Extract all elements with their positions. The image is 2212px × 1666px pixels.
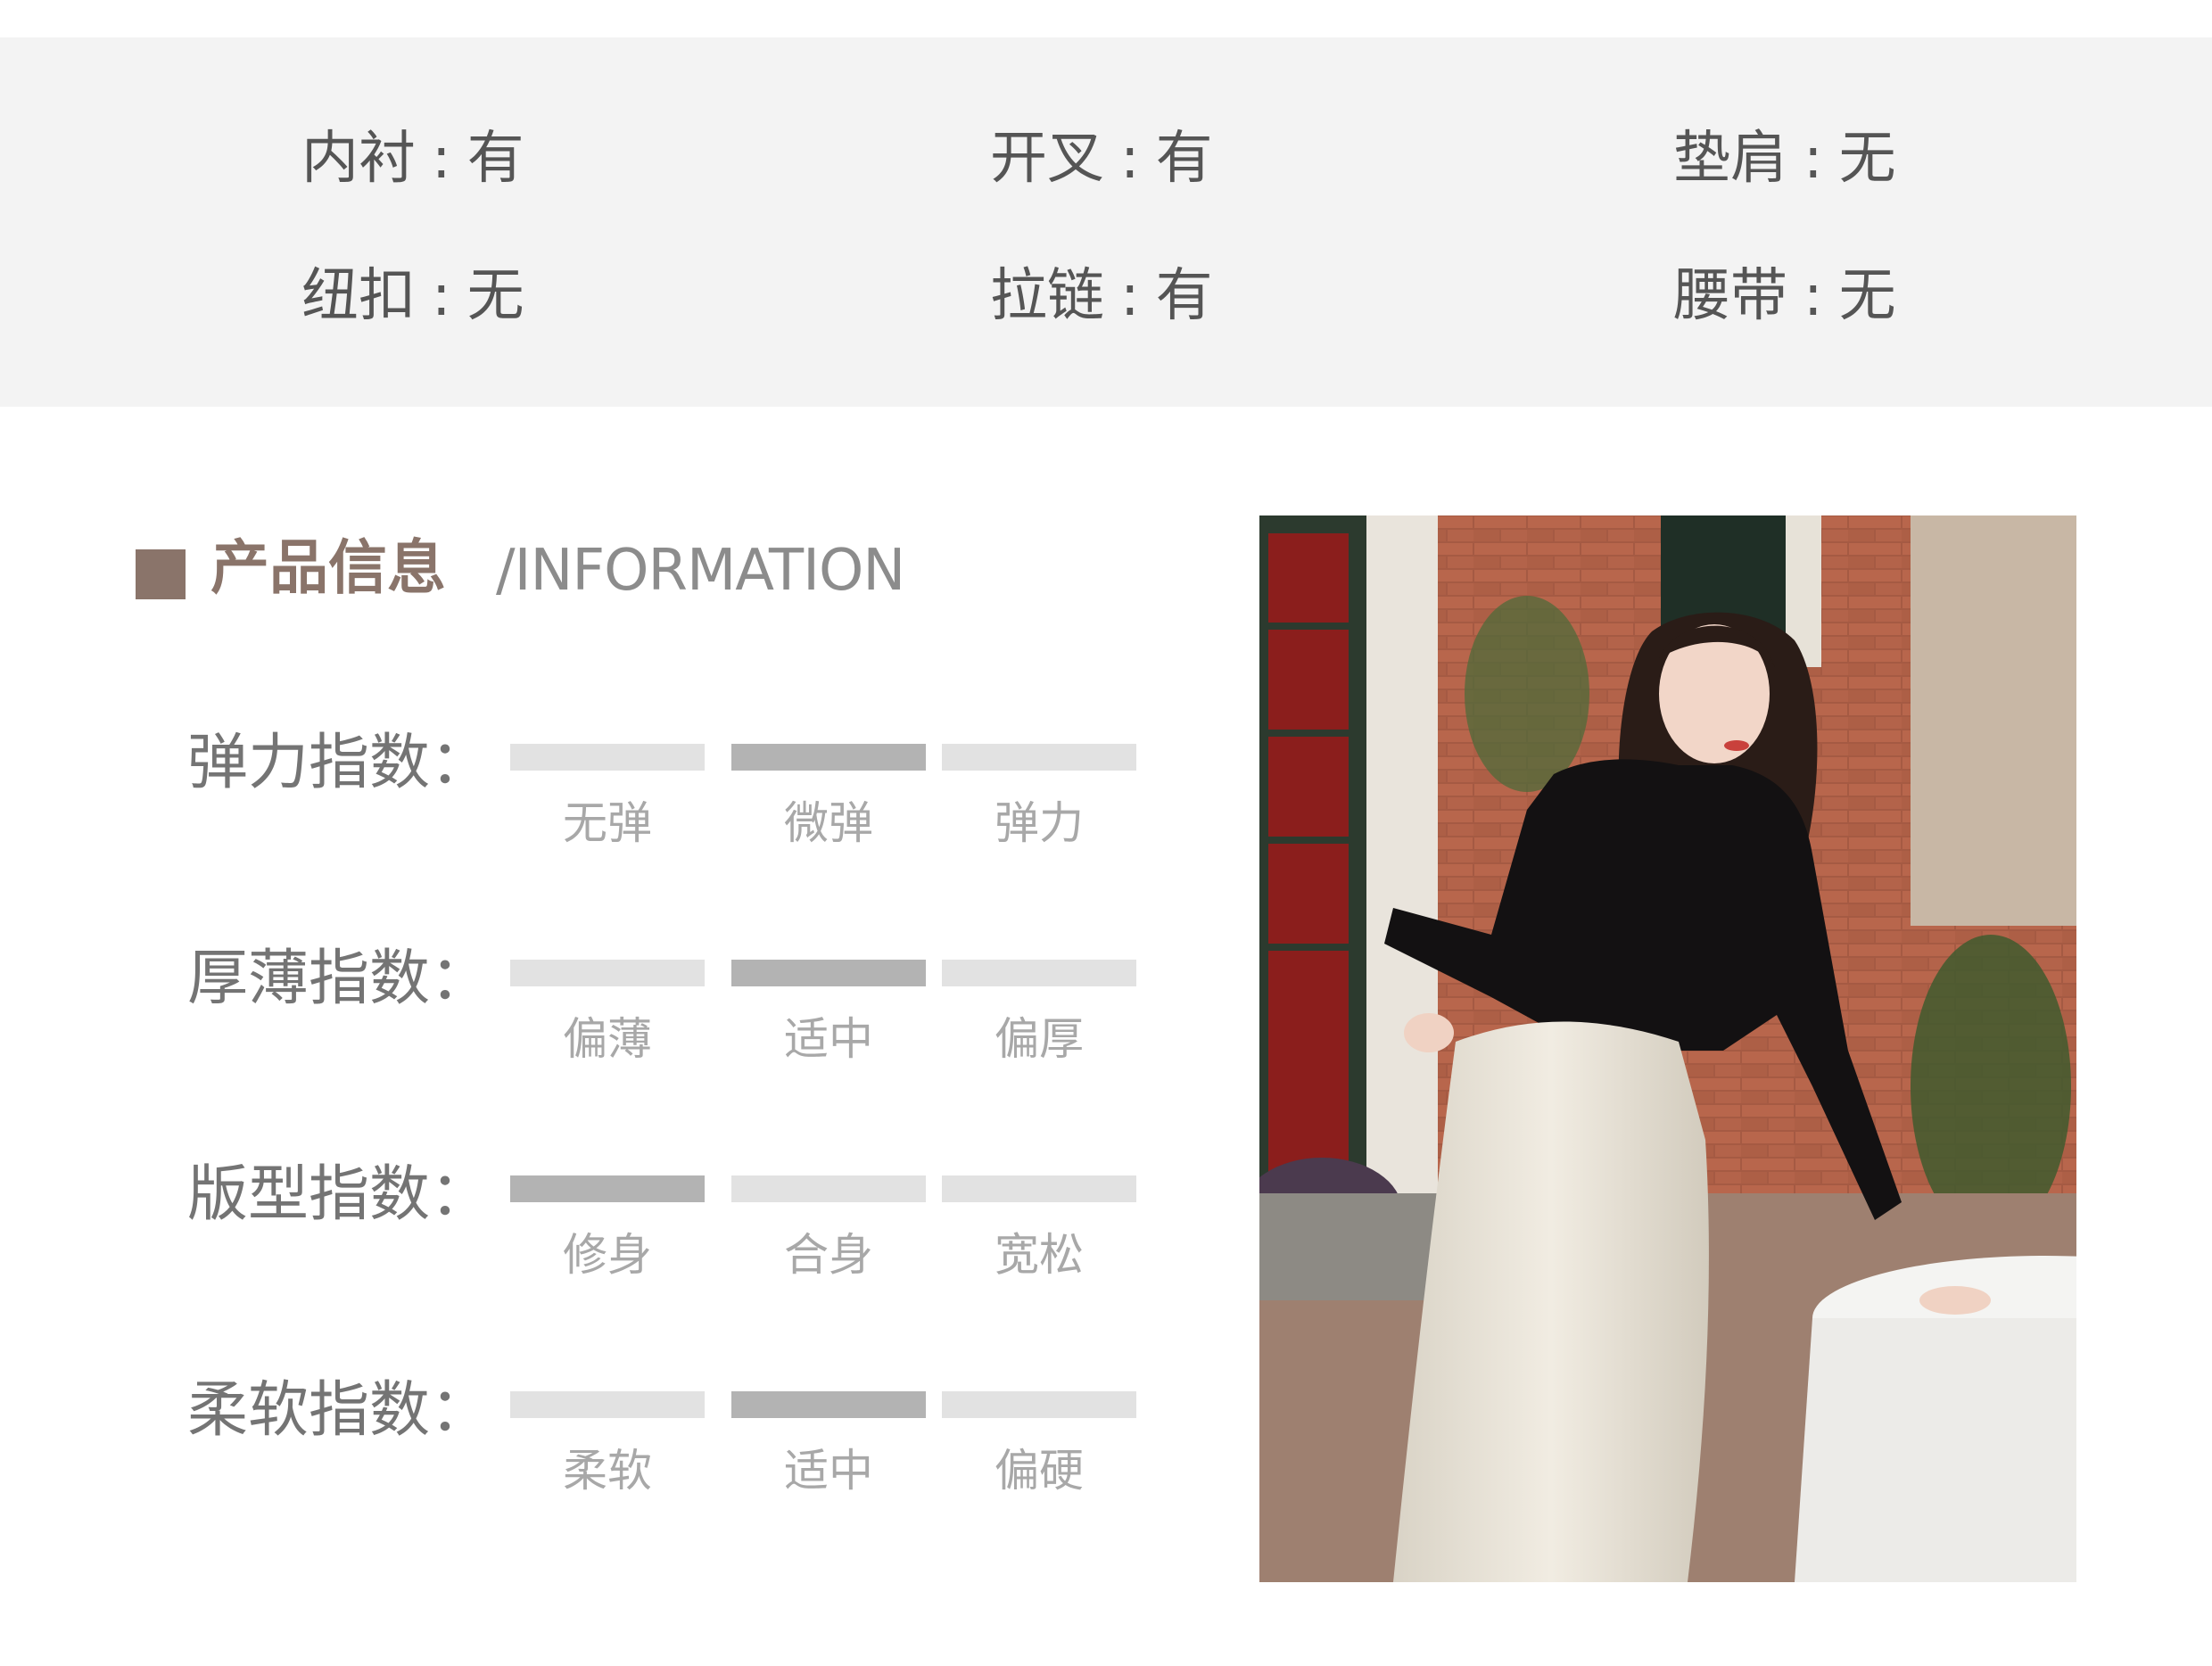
attribute-separator: : (432, 263, 451, 329)
attribute-separator: : (1803, 126, 1823, 192)
attribute-separator: : (432, 126, 451, 192)
attribute-value: 有 (1155, 126, 1213, 192)
attribute-name: 腰带 (1673, 263, 1787, 329)
attribute-belt: 腰带: 无 (1673, 268, 1896, 325)
attribute-name: 垫肩 (1673, 126, 1787, 192)
attribute-separator: : (1803, 263, 1823, 329)
index-option-label: 适中 (784, 1445, 873, 1497)
index-option-label: 柔软 (563, 1445, 652, 1497)
attribute-name: 内衬 (301, 126, 416, 192)
attribute-value: 无 (1838, 126, 1896, 192)
index-bar-selected (731, 1391, 926, 1418)
index-bar (731, 1175, 926, 1202)
index-bar (942, 744, 1136, 771)
index-bar-selected (510, 1175, 705, 1202)
attributes-panel (0, 37, 2212, 407)
attribute-slit: 开叉: 有 (990, 130, 1213, 187)
product-photo (1259, 515, 2076, 1582)
index-option-label: 合身 (784, 1229, 873, 1281)
index-option-label: 适中 (784, 1013, 873, 1065)
index-option-label: 宽松 (995, 1229, 1084, 1281)
index-option-label: 偏厚 (995, 1013, 1084, 1065)
attribute-lining: 内衬: 有 (301, 130, 524, 187)
attribute-separator: : (1120, 263, 1140, 329)
attribute-separator: : (1120, 126, 1140, 192)
index-label: 柔软指数： (187, 1375, 491, 1446)
attribute-value: 无 (1838, 263, 1896, 329)
section-subtitle: /INFORMATION (496, 538, 905, 604)
index-bar (510, 960, 705, 986)
index-option-label: 偏硬 (995, 1445, 1084, 1497)
index-option-label: 微弹 (784, 797, 873, 849)
attribute-value: 有 (466, 126, 524, 192)
index-bar (942, 960, 1136, 986)
attribute-name: 拉链 (990, 263, 1104, 329)
attribute-button: 纽扣: 无 (301, 268, 524, 325)
attribute-name: 开叉 (990, 126, 1104, 192)
attribute-shoulder-pad: 垫肩: 无 (1673, 130, 1896, 187)
index-label: 版型指数： (187, 1159, 491, 1230)
index-bar-selected (731, 744, 926, 771)
attribute-value: 有 (1155, 263, 1213, 329)
index-option-label: 偏薄 (563, 1013, 652, 1065)
attribute-value: 无 (466, 263, 524, 329)
index-option-label: 弹力 (995, 797, 1084, 849)
index-bar (942, 1175, 1136, 1202)
index-bar (510, 1391, 705, 1418)
index-bar-selected (731, 960, 926, 986)
index-bar (942, 1391, 1136, 1418)
attribute-name: 纽扣 (301, 263, 416, 329)
attribute-zipper: 拉链: 有 (990, 268, 1213, 325)
section-marker-icon (136, 549, 186, 599)
index-bar (510, 744, 705, 771)
section-title: 产品信息 (210, 533, 446, 602)
index-option-label: 无弹 (563, 797, 652, 849)
index-label: 厚薄指数： (187, 944, 491, 1014)
index-label: 弹力指数： (187, 728, 491, 798)
index-option-label: 修身 (563, 1229, 652, 1281)
